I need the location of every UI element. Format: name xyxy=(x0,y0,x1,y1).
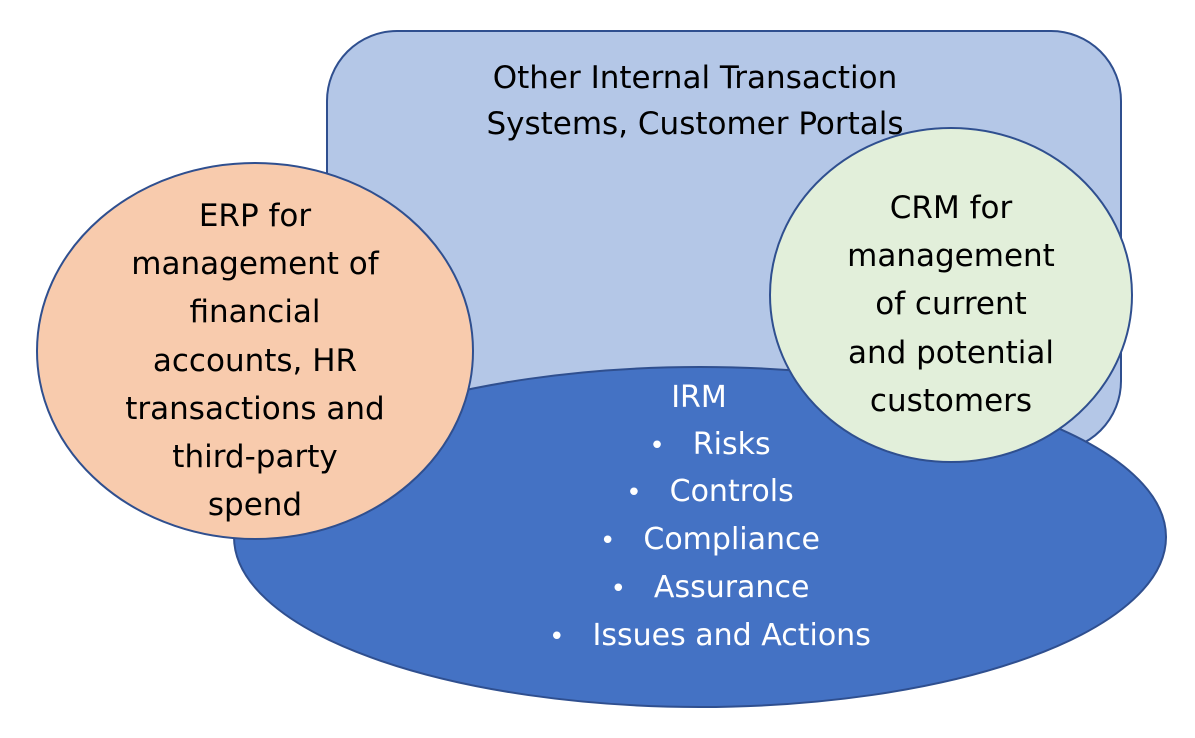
erp-line: transactions and xyxy=(125,390,385,427)
irm-list-item: • Assurance xyxy=(430,565,990,613)
irm-item-label: Controls xyxy=(669,474,794,510)
erp-line: third-party xyxy=(172,439,338,476)
bullet-icon: • xyxy=(549,621,565,652)
erp-line: spend xyxy=(207,487,303,524)
bullet-icon: • xyxy=(649,430,665,461)
crm-line: and potential xyxy=(847,334,1055,371)
crm-line: of current xyxy=(875,286,1027,323)
other-systems-line: Systems, Customer Portals xyxy=(486,106,904,142)
irm-item-label: Risks xyxy=(692,426,771,462)
erp-line: financial xyxy=(189,294,321,331)
erp-line: accounts, HR xyxy=(152,342,358,379)
other-systems-label: Other Internal Transaction Systems, Cust… xyxy=(440,55,950,147)
irm-label: IRM • Risks • Controls • Compliance • Assura… xyxy=(430,375,990,660)
irm-item-label: Issues and Actions xyxy=(592,617,871,653)
irm-item-label: Assurance xyxy=(653,569,810,605)
erp-line: management of xyxy=(131,246,379,283)
irm-list-item: • Compliance xyxy=(430,517,990,565)
irm-list-item: • Issues and Actions xyxy=(430,613,990,661)
crm-line: management xyxy=(847,238,1055,275)
irm-title: IRM xyxy=(671,380,727,415)
other-systems-line: Other Internal Transaction xyxy=(492,60,898,96)
bullet-icon: • xyxy=(600,526,616,557)
crm-line: CRM for xyxy=(889,190,1013,226)
irm-item-label: Compliance xyxy=(643,522,820,558)
bullet-icon: • xyxy=(610,573,626,604)
diagram-canvas: Other Internal Transaction Systems, Cust… xyxy=(0,0,1195,738)
bullet-icon: • xyxy=(626,478,642,509)
erp-label: ERP for management of financial accounts… xyxy=(90,192,420,529)
irm-list-item: • Controls xyxy=(430,469,990,517)
erp-line: ERP for xyxy=(198,198,312,234)
irm-list-item: • Risks xyxy=(430,422,990,470)
